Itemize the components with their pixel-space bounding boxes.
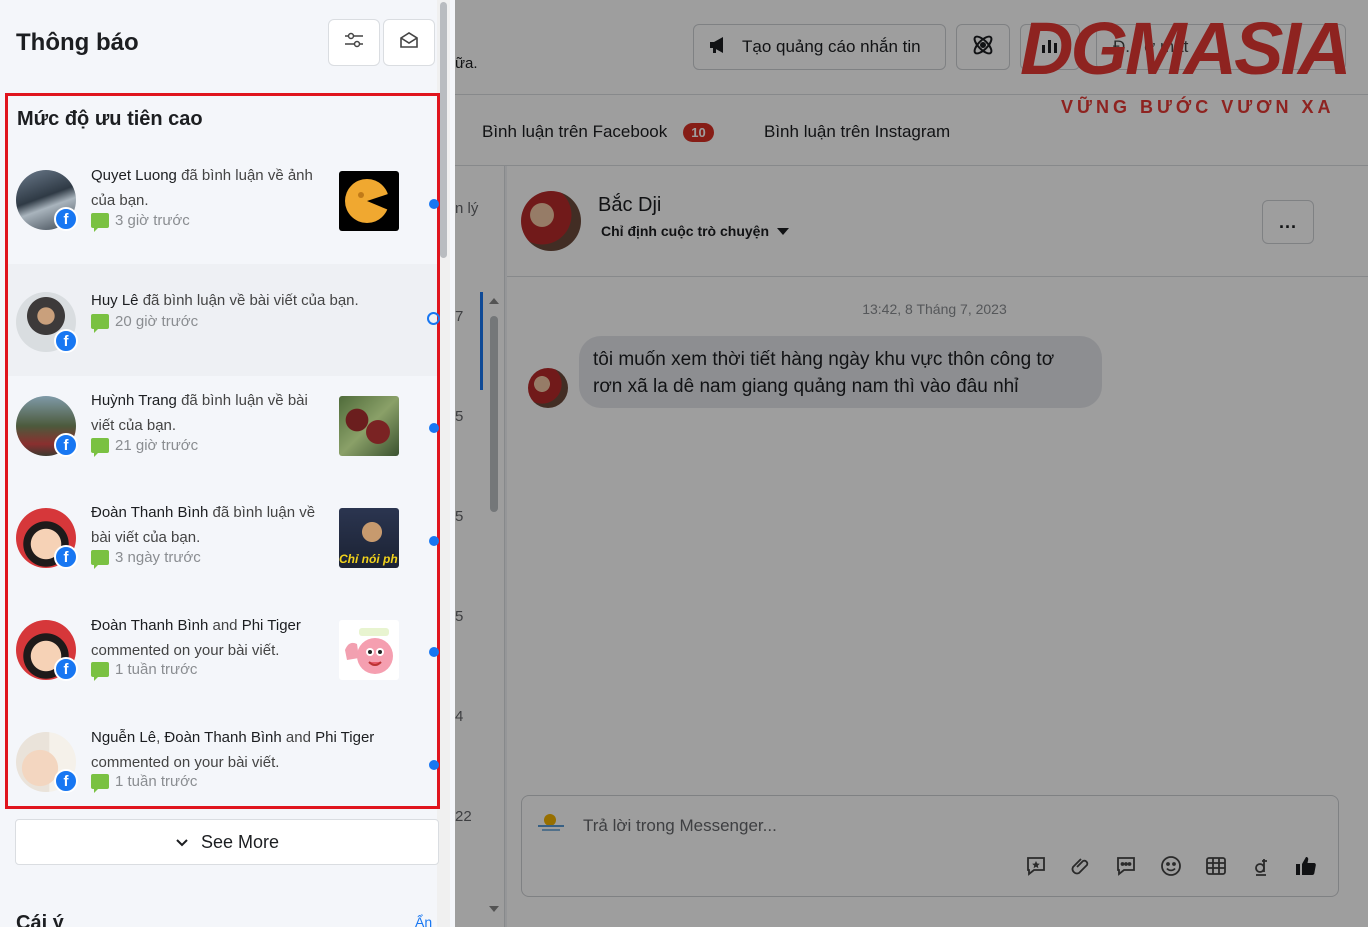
actor-name: Đoàn Thanh Bình <box>91 617 209 634</box>
notification-text: Huỳnh Trang đã bình luận về bài viết của… <box>91 388 326 438</box>
section-title: Mức độ ưu tiên cao <box>17 108 203 130</box>
see-more-button[interactable]: See More <box>15 819 439 865</box>
comment-icon <box>91 550 109 569</box>
time-ago: 3 giờ trước <box>115 212 190 229</box>
conjunction: and <box>285 729 311 746</box>
envelope-open-icon <box>399 31 419 54</box>
mark-all-read-button[interactable] <box>383 19 435 66</box>
sliders-icon <box>343 31 365 54</box>
chevron-down-icon <box>175 832 189 853</box>
notification-action: commented on your bài viết. <box>91 754 280 771</box>
panel-title: Thông báo <box>16 29 139 56</box>
post-thumbnail <box>339 171 399 231</box>
comment-icon <box>91 213 109 232</box>
next-section-title: Cái ý <box>16 912 64 927</box>
unread-indicator <box>429 760 439 770</box>
comment-icon <box>91 774 109 793</box>
unread-indicator <box>429 647 439 657</box>
scrollbar-thumb[interactable] <box>440 2 447 258</box>
notification-time: 1 tuần trước <box>91 773 198 793</box>
high-priority-section: Mức độ ưu tiên cao f Quyet Luong đã bình… <box>5 93 440 809</box>
notifications-panel: Thông báo Mức độ ưu tiên cao f Quyet Luo… <box>0 0 455 927</box>
unread-indicator <box>429 199 439 209</box>
notification-time: 20 giờ trước <box>91 313 199 333</box>
unread-indicator <box>429 423 439 433</box>
comment-icon <box>91 314 109 333</box>
hide-section-link[interactable]: Ẩn <box>415 914 432 927</box>
actor-name: Huỳnh Trang <box>91 392 177 409</box>
facebook-icon: f <box>54 329 78 353</box>
actor-name: Đoàn Thanh Bình <box>91 504 209 521</box>
notification-text: Đoàn Thanh Bình đã bình luận về bài viết… <box>91 500 326 550</box>
notification-time: 1 tuần trước <box>91 661 198 681</box>
unread-indicator <box>429 536 439 546</box>
see-more-label: See More <box>200 831 280 852</box>
read-indicator <box>427 312 440 325</box>
facebook-icon: f <box>54 433 78 457</box>
notification-item[interactable]: f Huỳnh Trang đã bình luận về bài viết c… <box>8 376 439 488</box>
notification-action: đã bình luận về bài viết của bạn. <box>142 292 359 309</box>
time-ago: 1 tuần trước <box>115 773 198 790</box>
notification-time: 3 giờ trước <box>91 212 190 232</box>
actor-name: Huy Lê <box>91 292 139 309</box>
post-thumbnail <box>339 620 399 680</box>
actor-name: Đoàn Thanh Bình <box>164 729 282 746</box>
notification-text: Nguễn Lê, Đoàn Thanh Bình and Phi Tiger … <box>91 725 411 775</box>
notification-action: commented on your bài viết. <box>91 642 280 659</box>
separator: , <box>156 729 161 746</box>
facebook-icon: f <box>54 769 78 793</box>
facebook-icon: f <box>54 657 78 681</box>
post-thumbnail: Chỉ nói ph <box>339 508 399 568</box>
actor-name: Quyet Luong <box>91 167 177 184</box>
notification-item[interactable]: f Đoàn Thanh Bình đã bình luận về bài vi… <box>8 488 439 600</box>
notification-time: 3 ngày trước <box>91 549 201 569</box>
notification-time: 21 giờ trước <box>91 437 199 457</box>
notification-text: Quyet Luong đã bình luận về ảnh của bạn. <box>91 163 326 213</box>
notification-settings-button[interactable] <box>328 19 380 66</box>
actor-name: Phi Tiger <box>315 729 375 746</box>
notification-item[interactable]: f Huy Lê đã bình luận về bài viết của bạ… <box>8 264 440 376</box>
time-ago: 21 giờ trước <box>115 437 199 454</box>
actor-name: Phi Tiger <box>241 617 301 634</box>
notification-item[interactable]: f Đoàn Thanh Bình and Phi Tiger commente… <box>8 600 439 712</box>
comment-icon <box>91 438 109 457</box>
notification-item[interactable]: f Nguễn Lê, Đoàn Thanh Bình and Phi Tige… <box>8 712 439 824</box>
post-thumbnail <box>339 396 399 456</box>
notification-item[interactable]: f Quyet Luong đã bình luận về ảnh của bạ… <box>8 152 439 264</box>
time-ago: 3 ngày trước <box>115 549 201 566</box>
actor-name: Nguễn Lê <box>91 729 157 746</box>
comment-icon <box>91 662 109 681</box>
conjunction: and <box>212 617 238 634</box>
thumbnail-caption: Chỉ nói ph <box>339 552 398 566</box>
time-ago: 20 giờ trước <box>115 313 199 330</box>
notification-text: Đoàn Thanh Bình and Phi Tiger commented … <box>91 613 331 663</box>
time-ago: 1 tuần trước <box>115 661 198 678</box>
notification-text: Huy Lê đã bình luận về bài viết của bạn. <box>91 288 411 313</box>
facebook-icon: f <box>54 207 78 231</box>
facebook-icon: f <box>54 545 78 569</box>
